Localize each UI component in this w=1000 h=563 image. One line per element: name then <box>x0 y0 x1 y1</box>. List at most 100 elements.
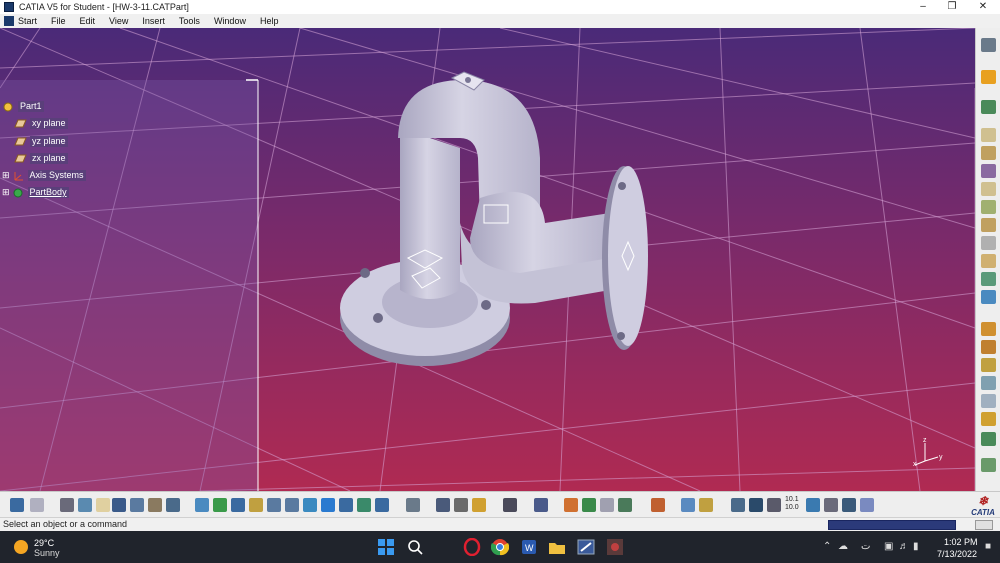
apply-material-icon[interactable] <box>564 498 578 512</box>
notification-icon[interactable]: ■ <box>985 541 991 552</box>
fit-all-icon[interactable] <box>213 498 227 512</box>
shading-icon[interactable] <box>339 498 353 512</box>
mirror-icon[interactable] <box>981 432 996 446</box>
stack-icon[interactable] <box>842 498 856 512</box>
battery-icon[interactable]: ▮ <box>913 541 919 552</box>
monitor-icon[interactable]: ▣ <box>884 541 893 552</box>
menu-edit[interactable]: Edit <box>80 16 96 26</box>
menu-window[interactable]: Window <box>214 16 246 26</box>
file-explorer-icon[interactable] <box>548 538 566 556</box>
redo-icon[interactable] <box>30 498 44 512</box>
catia-taskbar-icon[interactable] <box>606 538 624 556</box>
rib-icon[interactable] <box>981 218 996 232</box>
search-icon[interactable] <box>406 538 424 556</box>
language-icon[interactable]: ت <box>861 541 870 552</box>
zoom-out-icon[interactable] <box>285 498 299 512</box>
table-icon[interactable] <box>112 498 126 512</box>
rotate-icon[interactable] <box>249 498 263 512</box>
eraser-icon[interactable] <box>860 498 874 512</box>
constraint-icon[interactable] <box>699 498 713 512</box>
zoom-in-icon[interactable] <box>267 498 281 512</box>
view-grid-icon[interactable] <box>731 498 745 512</box>
weather-condition[interactable]: Sunny <box>34 548 60 558</box>
restore-icon[interactable]: ❐ <box>937 0 967 14</box>
command-input[interactable] <box>828 520 956 530</box>
tree-item-part1[interactable]: Part1 <box>2 101 44 112</box>
screen-capture-icon[interactable] <box>577 538 595 556</box>
menu-view[interactable]: View <box>109 16 128 26</box>
render-icon[interactable] <box>582 498 596 512</box>
hole-icon[interactable] <box>981 200 996 214</box>
hole-tool-icon[interactable] <box>454 498 468 512</box>
menu-insert[interactable]: Insert <box>142 16 165 26</box>
comment-icon[interactable] <box>78 498 92 512</box>
groove-icon[interactable] <box>981 182 996 196</box>
light-bulb-icon[interactable] <box>96 498 110 512</box>
slot-icon[interactable] <box>981 236 996 250</box>
chamfer-icon[interactable] <box>981 340 996 354</box>
pad-icon[interactable] <box>981 128 996 142</box>
scale-indicator[interactable]: 10.1 10.0 <box>785 496 799 512</box>
hide-show-icon[interactable] <box>357 498 371 512</box>
sun-icon[interactable] <box>14 540 28 554</box>
dimension-icon[interactable] <box>806 498 820 512</box>
normal-view-icon[interactable] <box>303 498 317 512</box>
command-button[interactable] <box>975 520 993 530</box>
chrome-icon[interactable] <box>491 538 509 556</box>
tools-icon[interactable] <box>681 498 695 512</box>
volume-icon[interactable]: ♬ <box>899 541 909 552</box>
expand-plus-icon[interactable]: ⊞ <box>2 170 10 181</box>
inertia-icon[interactable] <box>166 498 180 512</box>
compass-tool-icon[interactable] <box>981 38 996 52</box>
minimize-icon[interactable]: – <box>908 0 938 14</box>
shaft-icon[interactable] <box>981 164 996 178</box>
swap-space-icon[interactable] <box>375 498 389 512</box>
transform-icon[interactable] <box>618 498 632 512</box>
windows-start-icon[interactable] <box>377 538 395 556</box>
fillet-icon[interactable] <box>981 322 996 336</box>
tree-item-yz-plane[interactable]: yz plane <box>14 136 68 147</box>
pattern-icon[interactable] <box>981 458 996 472</box>
word-icon[interactable]: W <box>520 538 538 556</box>
expand-plus-icon[interactable]: ⊞ <box>2 187 10 198</box>
sketcher-icon[interactable] <box>981 100 996 114</box>
measure-icon[interactable] <box>148 498 162 512</box>
thickness-icon[interactable] <box>981 394 996 408</box>
menu-tools[interactable]: Tools <box>179 16 200 26</box>
instantiate-icon[interactable] <box>651 498 665 512</box>
select-arrow-icon[interactable] <box>981 70 996 84</box>
close-icon[interactable]: ✕ <box>968 0 998 14</box>
tree-item-partbody[interactable]: ⊞ PartBody <box>2 187 69 198</box>
snap-icon[interactable] <box>767 498 781 512</box>
pocket-icon[interactable] <box>981 146 996 160</box>
boolean-icon[interactable] <box>600 498 614 512</box>
stiffener-icon[interactable] <box>981 290 996 304</box>
pan-icon[interactable] <box>231 498 245 512</box>
thread-icon[interactable] <box>981 412 996 426</box>
axis-system-tool-icon[interactable] <box>436 498 450 512</box>
update-icon[interactable] <box>406 498 420 512</box>
chevron-up-icon[interactable]: ⌃ <box>823 541 831 552</box>
tree-item-xy-plane[interactable]: xy plane <box>14 118 68 129</box>
clock-date[interactable]: 7/13/2022 <box>937 549 977 559</box>
undo-icon[interactable] <box>10 498 24 512</box>
fly-mode-icon[interactable] <box>195 498 209 512</box>
opera-icon[interactable] <box>463 538 481 556</box>
clock-time[interactable]: 1:02 PM <box>944 537 978 547</box>
catalog-icon[interactable] <box>472 498 486 512</box>
tree-expand-icon[interactable] <box>130 498 144 512</box>
draft-icon[interactable] <box>981 358 996 372</box>
publication-icon[interactable] <box>503 498 517 512</box>
menu-start[interactable]: Start <box>18 16 37 26</box>
analysis-icon[interactable] <box>534 498 548 512</box>
tree-item-zx-plane[interactable]: zx plane <box>14 153 68 164</box>
loft-icon[interactable] <box>981 254 996 268</box>
cloud-icon[interactable]: ☁ <box>838 541 848 552</box>
weather-temp[interactable]: 29°C <box>34 538 54 548</box>
clock-tool-icon[interactable] <box>749 498 763 512</box>
shell-icon[interactable] <box>981 376 996 390</box>
remove-loft-icon[interactable] <box>981 272 996 286</box>
tree-item-axis-systems[interactable]: ⊞ Axis Systems <box>2 170 86 181</box>
menu-file[interactable]: File <box>51 16 66 26</box>
document-icon[interactable] <box>4 16 14 26</box>
